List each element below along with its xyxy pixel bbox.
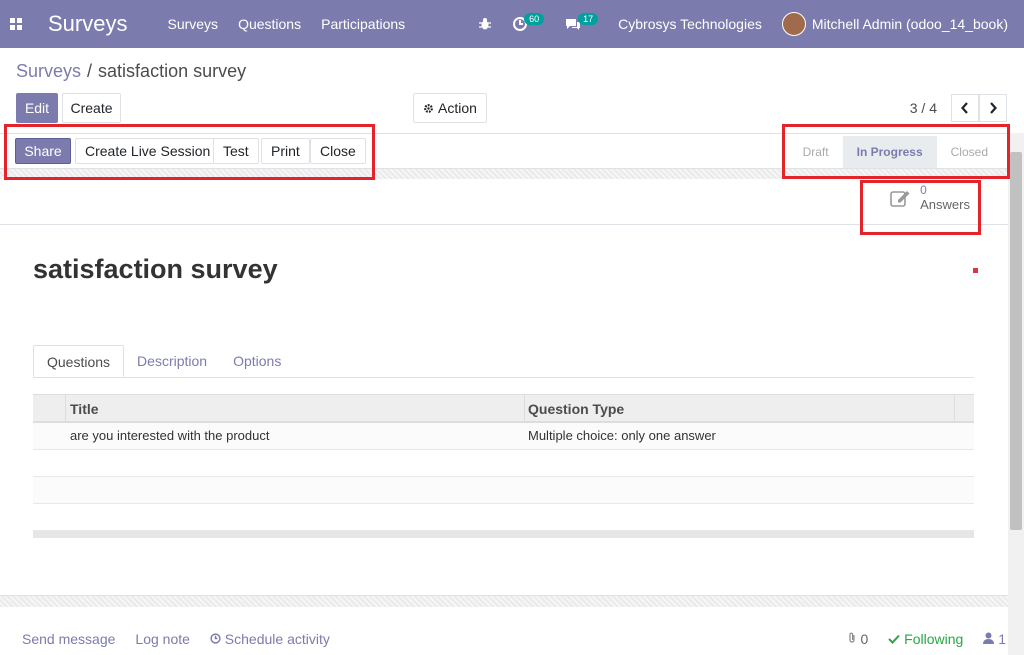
stage-draft[interactable]: Draft	[789, 136, 843, 168]
stage-pipeline: Draft In Progress Closed	[789, 136, 1002, 168]
menu-participations[interactable]: Participations	[321, 16, 405, 32]
table-row-empty	[33, 450, 974, 477]
table-row[interactable]: are you interested with the product Mult…	[33, 423, 974, 450]
breadcrumb-current: satisfaction survey	[98, 61, 247, 81]
table-header: Title Question Type	[33, 394, 974, 423]
table-row-empty	[33, 477, 974, 504]
notebook-tabs: Questions Description Options	[33, 345, 974, 378]
edit-icon	[890, 190, 910, 207]
statusbar: Share Create Live Session Test Print Clo…	[0, 133, 1008, 169]
title-column-header[interactable]: Title	[66, 395, 525, 421]
chevron-right-icon	[990, 102, 997, 114]
breadcrumb-parent[interactable]: Surveys	[16, 61, 81, 81]
follow-button[interactable]: Following	[888, 631, 963, 647]
question-type-column-header[interactable]: Question Type	[525, 395, 955, 421]
messaging-menu[interactable]: 17	[554, 0, 608, 48]
app-brand[interactable]: Surveys	[48, 11, 127, 37]
question-title-cell: are you interested with the product	[70, 428, 270, 443]
breadcrumb-separator: /	[87, 61, 93, 81]
action-button[interactable]: Action	[413, 93, 487, 123]
handle-column-header	[33, 395, 66, 421]
scrollbar-thumb[interactable]	[1010, 152, 1022, 530]
question-type-cell: Multiple choice: only one answer	[528, 428, 716, 443]
chatter-actions: Send message Log note Schedule activity	[22, 631, 330, 647]
pager-value[interactable]: 3 / 4	[910, 100, 937, 116]
company-switcher[interactable]: Cybrosys Technologies	[608, 0, 772, 48]
favorite-indicator	[973, 268, 978, 273]
chatter-topbar-right: 0 Following 1	[847, 631, 1006, 647]
avatar	[781, 12, 806, 36]
clock-icon	[210, 633, 221, 644]
followers-button[interactable]: 1	[983, 631, 1006, 647]
button-box: 0 Answers	[0, 179, 1008, 225]
check-icon	[888, 634, 901, 644]
pager-previous-button[interactable]	[951, 94, 979, 122]
user-name: Mitchell Admin (odoo_14_book)	[811, 16, 1008, 32]
print-button[interactable]: Print	[261, 138, 310, 164]
message-badge: 17	[578, 13, 599, 25]
schedule-activity-label: Schedule activity	[224, 631, 330, 647]
form-background	[0, 169, 1008, 179]
pager-next-button[interactable]	[979, 94, 1007, 122]
chatter-separator	[0, 595, 1008, 607]
apps-menu-icon[interactable]	[0, 0, 32, 48]
paperclip-icon	[848, 632, 855, 643]
menu-surveys[interactable]: Surveys	[167, 16, 218, 32]
top-navbar: Surveys Surveys Questions Participations…	[0, 0, 1024, 48]
debug-icon[interactable]	[468, 0, 502, 48]
tab-description[interactable]: Description	[124, 345, 220, 377]
log-note-button[interactable]: Log note	[135, 631, 190, 647]
questions-table: Title Question Type are you interested w…	[33, 394, 974, 538]
activity-menu[interactable]: 60	[502, 0, 554, 48]
breadcrumb: Surveys / satisfaction survey	[16, 61, 246, 82]
action-label: Action	[438, 100, 477, 116]
answers-stat-button[interactable]: 0 Answers	[890, 183, 970, 212]
survey-title: satisfaction survey	[33, 254, 278, 284]
user-menu[interactable]: Mitchell Admin (odoo_14_book)	[772, 0, 1024, 48]
stage-closed[interactable]: Closed	[937, 136, 1002, 168]
attachments-button[interactable]: 0	[847, 631, 869, 647]
tab-options[interactable]: Options	[220, 345, 294, 377]
schedule-activity-button[interactable]: Schedule activity	[210, 631, 330, 647]
chevron-left-icon	[961, 102, 968, 114]
gear-icon	[424, 103, 433, 113]
tab-questions[interactable]: Questions	[33, 345, 125, 377]
answers-label: Answers	[920, 197, 970, 212]
test-button[interactable]: Test	[213, 138, 259, 164]
activity-badge: 60	[524, 13, 545, 25]
table-row-empty	[33, 504, 974, 531]
create-live-session-button[interactable]: Create Live Session	[75, 138, 221, 164]
answers-count: 0	[920, 183, 927, 197]
edit-button[interactable]: Edit	[16, 93, 58, 123]
user-icon	[983, 632, 995, 644]
share-button[interactable]: Share	[15, 138, 71, 164]
attachments-count: 0	[860, 631, 869, 647]
menu-questions[interactable]: Questions	[238, 16, 301, 32]
form-sheet: 0 Answers satisfaction survey Questions …	[0, 179, 1008, 595]
send-message-button[interactable]: Send message	[22, 631, 115, 647]
create-button[interactable]: Create	[62, 93, 121, 123]
followers-count: 1	[998, 631, 1006, 647]
follow-label: Following	[904, 631, 964, 647]
stage-in-progress[interactable]: In Progress	[842, 136, 937, 168]
close-button[interactable]: Close	[310, 138, 366, 164]
table-footer	[33, 531, 974, 538]
